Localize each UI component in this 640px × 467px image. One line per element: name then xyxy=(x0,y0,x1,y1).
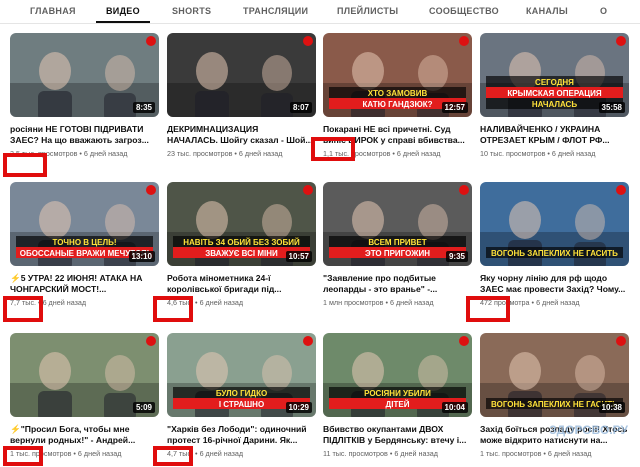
view-count: 23 тыс. просмотров xyxy=(167,149,233,158)
upload-age: 6 дней назад xyxy=(396,149,441,158)
highlight-box xyxy=(3,153,47,177)
thumbnail-caption: НАВІТЬ З4 ОБИЙ БЕЗ ЗОБИЙ xyxy=(183,238,300,247)
upload-age: 6 дней назад xyxy=(547,449,592,458)
thumbnail-caption: РОСІЯНИ УБИЛИ xyxy=(364,389,431,398)
upload-age: 6 дней назад xyxy=(42,298,87,307)
duration-badge: 13:10 xyxy=(128,251,155,262)
tab-3[interactable]: ТРАНСЛЯЦИИ xyxy=(243,6,308,16)
tab-7[interactable]: О xyxy=(600,6,607,16)
thumbnail-caption: ВСЕМ ПРИВЕТ xyxy=(368,238,426,247)
highlight-box xyxy=(311,137,355,161)
video-card[interactable]: 8:07 ДЕКРИМНАЦИЗАЦИЯ НАЧАЛАСЬ. Шойгу сказ… xyxy=(167,33,316,161)
video-meta: 11 тыс. просмотров • 6 дней назад xyxy=(323,449,438,458)
view-count: 1 млн просмотров xyxy=(323,298,384,307)
thumbnail-caption: ДІТЕЙ xyxy=(386,400,410,409)
duration-badge: 9:35 xyxy=(445,251,468,262)
upload-age: 6 дней назад xyxy=(536,298,580,307)
video-title[interactable]: "Харків без Лободи": одиночний протест 1… xyxy=(167,424,316,446)
upload-age: 6 дней назад xyxy=(199,298,244,307)
video-thumbnail[interactable]: ХТО ЗАМОВИВ КАТЮ ГАНДЗЮК? 12:57 xyxy=(323,33,472,117)
thumbnail-caption: КРЫМСКАЯ ОПЕРАЦИЯ xyxy=(507,89,601,98)
video-thumbnail[interactable]: РОСІЯНИ УБИЛИ ДІТЕЙ 10:04 xyxy=(323,333,472,417)
video-card[interactable]: ТОЧНО В ЦЕЛЬ! ОБОССАНЫЕ ВРАЖИ МЕЧУТСЯ! 13:… xyxy=(10,182,159,310)
duration-badge: 8:07 xyxy=(289,102,312,113)
duration-badge: 10:38 xyxy=(598,402,625,413)
video-card[interactable]: ВСЕМ ПРИВЕТ ЭТО ПРИГОЖИН 9:35 "Заявление пр… xyxy=(323,182,472,310)
video-card[interactable]: 5:09 ⚡"Просил Бога, чтобы мне вернули род… xyxy=(10,333,159,461)
video-title[interactable]: росіяни НЕ ГОТОВІ ПІДРИВАТИ ЗАЕС? На що … xyxy=(10,124,159,146)
highlight-box xyxy=(153,446,193,466)
highlight-box xyxy=(3,296,43,322)
watermark-text: ЗДОРОВО.РУ xyxy=(549,423,628,437)
tab-1[interactable]: ВИДЕО xyxy=(106,6,140,16)
tab-0[interactable]: ГЛАВНАЯ xyxy=(30,6,76,16)
thumbnail-caption: І СТРАШНО xyxy=(219,400,264,409)
video-title[interactable]: ⚡5 УТРА! 22 ИЮНЯ! АТАКА НА ЧОНГАРСКИЙ МО… xyxy=(10,273,159,295)
view-count: 1 тыс. просмотров xyxy=(480,449,542,458)
video-card[interactable]: 8:35 росіяни НЕ ГОТОВІ ПІДРИВАТИ ЗАЕС? На… xyxy=(10,33,159,161)
thumbnail-caption: СЕГОДНЯ xyxy=(535,78,574,87)
video-title[interactable]: Робота мінометника 24-ї королівської бри… xyxy=(167,273,316,295)
upload-age: 6 дней назад xyxy=(394,449,438,458)
duration-badge: 5:09 xyxy=(132,402,155,413)
duration-badge: 10:04 xyxy=(441,402,468,413)
video-meta: 1 млн просмотров • 6 дней назад xyxy=(323,298,434,307)
video-thumbnail[interactable]: БУЛО ГИДКО І СТРАШНО 10:29 xyxy=(167,333,316,417)
thumbnail-caption: ВОГОНЬ ЗАПЕКЛИХ НЕ ГАСИТЬ xyxy=(491,249,618,258)
highlight-box xyxy=(153,296,193,322)
thumbnail-caption: БУЛО ГИДКО xyxy=(216,389,267,398)
video-title[interactable]: Вбивство окупантами ДВОХ ПІДЛІТКІВ у Бер… xyxy=(323,424,472,446)
video-title[interactable]: Яку чорну лінію для рф щодо ЗАЕС має про… xyxy=(480,273,629,295)
video-thumbnail[interactable]: СЕГОДНЯ КРЫМСКАЯ ОПЕРАЦИЯ НАЧАЛАСЬ 35:58 xyxy=(480,33,629,117)
video-thumbnail[interactable]: ВОГОНЬ ЗАПЕКЛИХ НЕ ГАСИТЬ xyxy=(480,182,629,266)
thumbnail-caption: КАТЮ ГАНДЗЮК? xyxy=(362,100,432,109)
tab-2[interactable]: SHORTS xyxy=(172,6,211,16)
upload-age: 6 дней назад xyxy=(77,449,122,458)
tab-5[interactable]: СООБЩЕСТВО xyxy=(429,6,499,16)
duration-badge: 10:57 xyxy=(285,251,312,262)
video-thumbnail[interactable]: 5:09 xyxy=(10,333,159,417)
thumbnail-caption: ЭТО ПРИГОЖИН xyxy=(365,249,430,258)
video-thumbnail[interactable]: 8:35 xyxy=(10,33,159,117)
tab-6[interactable]: КАНАЛЫ xyxy=(526,6,568,16)
video-title[interactable]: НАЛИВАЙЧЕНКО / УКРАИНА ОТРЕЗАЕТ КРЫМ / Ф… xyxy=(480,124,629,146)
video-card[interactable]: ВОГОНЬ ЗАПЕКЛИХ НЕ ГАСИТЬ 10:38 Захід боїт… xyxy=(480,333,629,461)
thumbnail-caption: ТОЧНО В ЦЕЛЬ! xyxy=(53,238,117,247)
video-card[interactable]: СЕГОДНЯ КРЫМСКАЯ ОПЕРАЦИЯ НАЧАЛАСЬ 35:58 НАЛ… xyxy=(480,33,629,161)
thumbnail-caption: НАЧАЛАСЬ xyxy=(532,100,577,109)
upload-age: 6 дней назад xyxy=(389,298,434,307)
video-card[interactable]: БУЛО ГИДКО І СТРАШНО 10:29 "Харків без Лобо… xyxy=(167,333,316,461)
video-thumbnail[interactable]: ВСЕМ ПРИВЕТ ЭТО ПРИГОЖИН 9:35 xyxy=(323,182,472,266)
upload-age: 6 дней назад xyxy=(199,449,244,458)
upload-age: 6 дней назад xyxy=(551,149,596,158)
video-title[interactable]: ⚡"Просил Бога, чтобы мне вернули родных!… xyxy=(10,424,159,446)
video-thumbnail[interactable]: 8:07 xyxy=(167,33,316,117)
channel-tabs: ГЛАВНАЯ ВИДЕО SHORTS ТРАНСЛЯЦИИ ПЛЕЙЛИСТЫ СОО… xyxy=(0,0,640,24)
video-thumbnail[interactable]: ТОЧНО В ЦЕЛЬ! ОБОССАНЫЕ ВРАЖИ МЕЧУТСЯ! 13:… xyxy=(10,182,159,266)
video-meta: 23 тыс. просмотров • 6 дней назад xyxy=(167,149,282,158)
video-title[interactable]: ДЕКРИМНАЦИЗАЦИЯ НАЧАЛАСЬ. Шойгу сказал -… xyxy=(167,124,316,146)
thumbnail-caption: ХТО ЗАМОВИВ xyxy=(368,89,428,98)
video-thumbnail[interactable]: НАВІТЬ З4 ОБИЙ БЕЗ ЗОБИЙ ЗВАЖУЄ ВСІ МІНИ 1… xyxy=(167,182,316,266)
duration-badge: 35:58 xyxy=(598,102,625,113)
duration-badge: 10:29 xyxy=(285,402,312,413)
active-tab-underline xyxy=(96,21,150,23)
tab-4[interactable]: ПЛЕЙЛИСТЫ xyxy=(337,6,398,16)
video-card[interactable]: ВОГОНЬ ЗАПЕКЛИХ НЕ ГАСИТЬ Яку чорну лінію… xyxy=(480,182,629,310)
video-title[interactable]: "Заявление про подбитые леопарды - это в… xyxy=(323,273,472,295)
duration-badge: 8:35 xyxy=(132,102,155,113)
duration-badge: 12:57 xyxy=(441,102,468,113)
highlight-box xyxy=(466,296,510,322)
video-meta: 10 тыс. просмотров • 6 дней назад xyxy=(480,149,595,158)
thumbnail-caption: ЗВАЖУЄ ВСІ МІНИ xyxy=(205,249,278,258)
video-meta: 1 тыс. просмотров • 6 дней назад xyxy=(480,449,591,458)
highlight-box xyxy=(3,446,43,466)
video-thumbnail[interactable]: ВОГОНЬ ЗАПЕКЛИХ НЕ ГАСИТЬ 10:38 xyxy=(480,333,629,417)
view-count: 10 тыс. просмотров xyxy=(480,149,546,158)
view-count: 11 тыс. просмотров xyxy=(323,449,388,458)
upload-age: 6 дней назад xyxy=(238,149,283,158)
video-card[interactable]: РОСІЯНИ УБИЛИ ДІТЕЙ 10:04 Вбивство окупанта… xyxy=(323,333,472,461)
video-card[interactable]: НАВІТЬ З4 ОБИЙ БЕЗ ЗОБИЙ ЗВАЖУЄ ВСІ МІНИ 1… xyxy=(167,182,316,310)
upload-age: 6 дней назад xyxy=(83,149,128,158)
